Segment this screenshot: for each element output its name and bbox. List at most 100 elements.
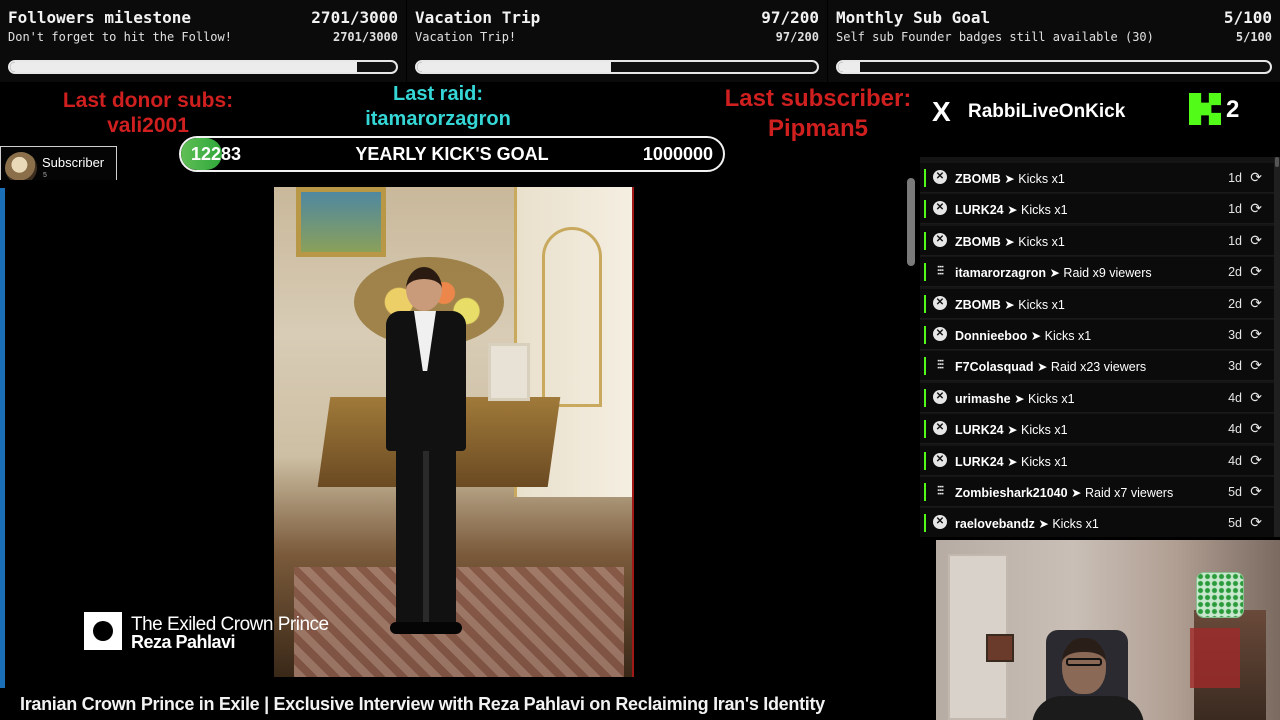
event-row[interactable]: ✕ LURK24 ➤ Kicks x1 1d ⟳ xyxy=(920,194,1274,225)
event-text: Donnieeboo ➤ Kicks x1 xyxy=(955,329,1092,343)
event-text: urimashe ➤ Kicks x1 xyxy=(955,391,1075,406)
goal-subtitle: Self sub Founder badges still available … xyxy=(836,30,1154,44)
event-row[interactable]: ⫶⫶⫶ itamarorzagron ➤ Raid x9 viewers 2d ⟳ xyxy=(920,257,1274,288)
replay-icon[interactable]: ⟳ xyxy=(1250,169,1262,186)
video-scrollbar[interactable] xyxy=(907,178,915,266)
goal-subcount: 5/100 xyxy=(1235,30,1272,44)
goal-subtitle: Don't forget to hit the Follow! xyxy=(8,30,232,44)
goal-title: Vacation Trip xyxy=(415,8,541,27)
event-row[interactable]: ✕ LURK24 ➤ Kicks x1 4d ⟳ xyxy=(920,414,1274,445)
webcam-person-glasses xyxy=(1066,658,1102,666)
event-action: Kicks x1 xyxy=(1018,297,1065,312)
last-subscriber-name: Pipman5 xyxy=(767,115,869,142)
event-age: 4d xyxy=(1228,453,1242,468)
photo-painting xyxy=(296,187,386,257)
replay-icon[interactable]: ⟳ xyxy=(1250,232,1262,249)
replay-icon[interactable]: ⟳ xyxy=(1250,263,1262,280)
last-donor-name: vali2001 xyxy=(107,114,189,137)
video-edge-line xyxy=(0,188,5,688)
event-accent-bar xyxy=(924,294,926,313)
goal-count: 5/100 xyxy=(1223,8,1272,27)
events-scrollbar[interactable] xyxy=(1274,157,1280,537)
last-subscriber-label: Last subscriber: xyxy=(724,85,912,112)
event-age: 4d xyxy=(1228,390,1242,405)
goal-subcount: 2701/3000 xyxy=(332,30,398,44)
kick-icon: ✕ xyxy=(933,201,947,216)
event-row[interactable]: ✕ urimashe ➤ Kicks x1 4d ⟳ xyxy=(920,382,1274,413)
person-legs xyxy=(396,451,456,626)
event-action: Kicks x1 xyxy=(1028,391,1075,406)
event-user: urimashe xyxy=(955,391,1011,406)
events-scroll-thumb[interactable] xyxy=(1275,157,1279,167)
vacation-trip-goal: Vacation Trip 97/200 Vacation Trip! 97/2… xyxy=(407,0,827,82)
event-age: 1d xyxy=(1228,233,1242,248)
event-row[interactable]: ✕ ZBOMB ➤ Kicks x1 1d ⟳ xyxy=(920,225,1274,256)
event-accent-bar xyxy=(924,514,926,533)
event-accent-bar xyxy=(924,326,926,344)
event-row[interactable]: ✕ Donnieeboo ➤ Kicks x1 3d ⟳ xyxy=(920,320,1274,350)
goal-progress-fill xyxy=(838,62,860,72)
event-action: Raid x9 viewers xyxy=(1063,266,1152,281)
event-action: Kicks x1 xyxy=(1021,203,1068,218)
event-row[interactable]: ⫶⫶⫶ F7Colasquad ➤ Raid x23 viewers 3d ⟳ xyxy=(920,351,1274,382)
kick-icon: ✕ xyxy=(933,327,947,341)
yearly-goal-target: 1000000 xyxy=(642,144,713,164)
goal-title: Followers milestone xyxy=(8,8,192,27)
event-text: Zombieshark21040 ➤ Raid x7 viewers xyxy=(955,486,1174,500)
goal-count: 2701/3000 xyxy=(311,8,398,27)
replay-icon[interactable]: ⟳ xyxy=(1250,357,1262,374)
replay-icon[interactable]: ⟳ xyxy=(1250,420,1262,437)
event-text: LURK24 ➤ Kicks x1 xyxy=(955,203,1068,218)
replay-icon[interactable]: ⟳ xyxy=(1250,326,1262,343)
event-user: raelovebandz xyxy=(955,517,1035,532)
event-user: LURK24 xyxy=(955,423,1004,438)
recent-events-list[interactable]: ✕ ZBOMB ➤ Kicks x1 1d ⟳ ✕ LURK24 ➤ Kicks x1 1d… xyxy=(920,157,1280,537)
kick-logo-icon xyxy=(1189,93,1221,125)
event-text: itamarorzagron ➤ Raid x9 viewers xyxy=(955,266,1152,281)
raid-icon: ⫶⫶⫶ xyxy=(936,484,944,498)
kick-icon: ✕ xyxy=(933,170,947,184)
event-accent-bar xyxy=(924,263,926,282)
photo-portrait-frame xyxy=(488,343,530,401)
replay-icon[interactable]: ⟳ xyxy=(1250,200,1262,217)
kick-count: 2 xyxy=(1226,96,1240,123)
video-still-photo xyxy=(274,187,634,677)
event-row[interactable]: ✕ ZBOMB ➤ Kicks x1 1d ⟳ xyxy=(920,163,1274,193)
event-user: F7Colasquad xyxy=(955,360,1034,375)
raid-icon: ⫶⫶⫶ xyxy=(936,264,944,279)
event-action: Kicks x1 xyxy=(1018,234,1065,249)
channel-name: RabbiLiveOnKick xyxy=(968,101,1126,122)
replay-icon[interactable]: ⟳ xyxy=(1250,483,1262,500)
webcam-wall-picture xyxy=(986,634,1014,662)
replay-icon[interactable]: ⟳ xyxy=(1250,295,1262,312)
photo-door xyxy=(542,227,602,407)
event-accent-bar xyxy=(924,231,926,250)
replay-icon[interactable]: ⟳ xyxy=(1250,514,1262,531)
person-head xyxy=(406,267,442,311)
event-row[interactable]: ✕ raelovebandz ➤ Kicks x1 5d ⟳ xyxy=(920,508,1274,537)
event-user: Donnieeboo xyxy=(955,329,1028,343)
event-action: Kicks x1 xyxy=(1044,329,1092,343)
event-row[interactable]: ⫶⫶⫶ Zombieshark21040 ➤ Raid x7 viewers 5d ⟳ xyxy=(920,477,1274,507)
event-text: F7Colasquad ➤ Raid x23 viewers xyxy=(955,360,1147,375)
event-user: Zombieshark21040 xyxy=(955,486,1068,500)
event-row[interactable]: ✕ LURK24 ➤ Kicks x1 4d ⟳ xyxy=(920,445,1274,476)
event-accent-bar xyxy=(924,420,926,439)
event-accent-bar xyxy=(924,483,926,501)
event-age: 4d xyxy=(1228,422,1242,437)
kick-icon: ✕ xyxy=(933,421,947,436)
event-age: 1d xyxy=(1228,202,1242,217)
goal-subtitle: Vacation Trip! xyxy=(415,30,517,44)
replay-icon[interactable]: ⟳ xyxy=(1250,452,1262,469)
monthly-sub-goal: Monthly Sub Goal 5/100 Self sub Founder … xyxy=(828,0,1280,82)
event-user: LURK24 xyxy=(955,454,1004,469)
goal-subcount: 97/200 xyxy=(775,30,819,44)
replay-icon[interactable]: ⟳ xyxy=(1250,389,1262,406)
event-user: ZBOMB xyxy=(955,297,1001,312)
event-action: Raid x23 viewers xyxy=(1050,360,1147,375)
last-donor-subs: Last donor subs: vali2001 xyxy=(40,88,256,138)
event-age: 5d xyxy=(1228,516,1242,531)
kick-icon: ✕ xyxy=(933,232,947,247)
x-logo-icon: X xyxy=(932,96,951,127)
event-row[interactable]: ✕ ZBOMB ➤ Kicks x1 2d ⟳ xyxy=(920,288,1274,319)
